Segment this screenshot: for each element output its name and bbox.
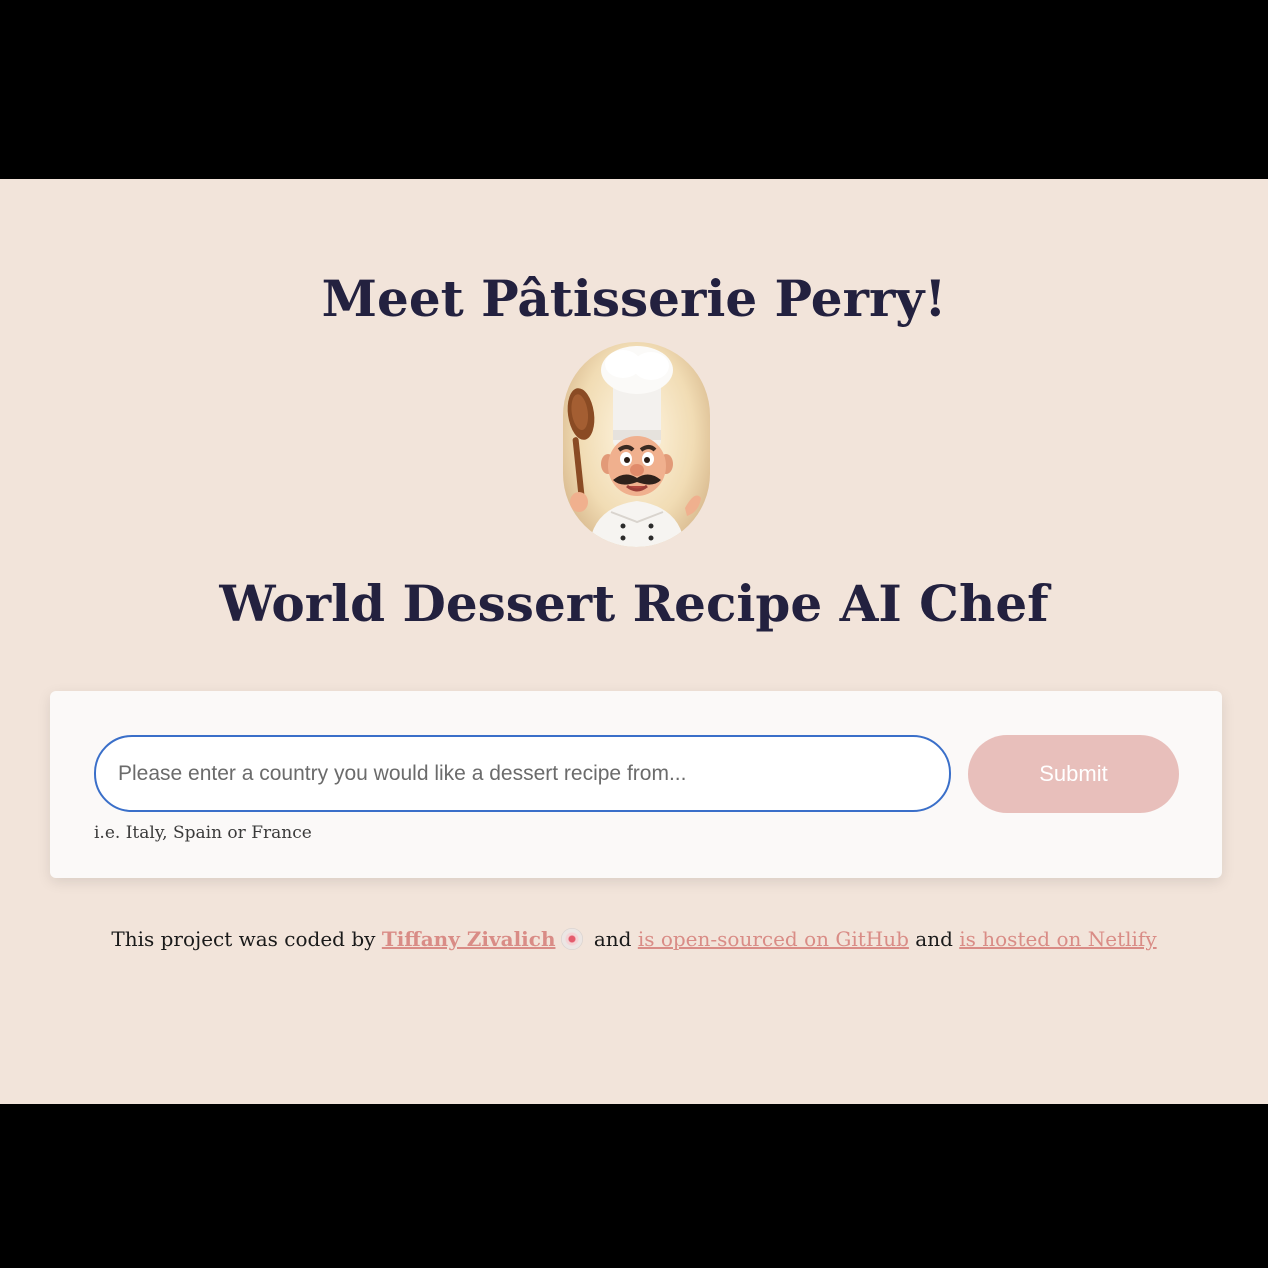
cookie-icon — [561, 928, 584, 950]
github-link[interactable]: is open-sourced on GitHub — [638, 927, 909, 951]
footer-prefix: This project was coded by — [111, 927, 376, 951]
chef-avatar — [563, 342, 710, 547]
input-hint: i.e. Italy, Spain or France — [94, 823, 312, 843]
country-input[interactable] — [94, 735, 951, 812]
recipe-form-card: Submit i.e. Italy, Spain or France — [50, 691, 1222, 878]
letterbox-top — [0, 0, 1268, 179]
chef-illustration — [567, 346, 701, 547]
page-title: Meet Pâtisserie Perry! — [321, 269, 947, 328]
submit-button[interactable]: Submit — [968, 735, 1179, 813]
footer: This project was coded by Tiffany Zivali… — [0, 927, 1268, 951]
page-subtitle: World Dessert Recipe AI Chef — [219, 574, 1049, 633]
author-link[interactable]: Tiffany Zivalich — [382, 927, 556, 951]
footer-and-1: and — [593, 927, 632, 951]
letterbox-bottom — [0, 1104, 1268, 1268]
netlify-link[interactable]: is hosted on Netlify — [959, 927, 1156, 951]
footer-and-2: and — [915, 927, 953, 951]
page: Meet Pâtisserie Perry! World Dessert Rec… — [0, 179, 1268, 1104]
